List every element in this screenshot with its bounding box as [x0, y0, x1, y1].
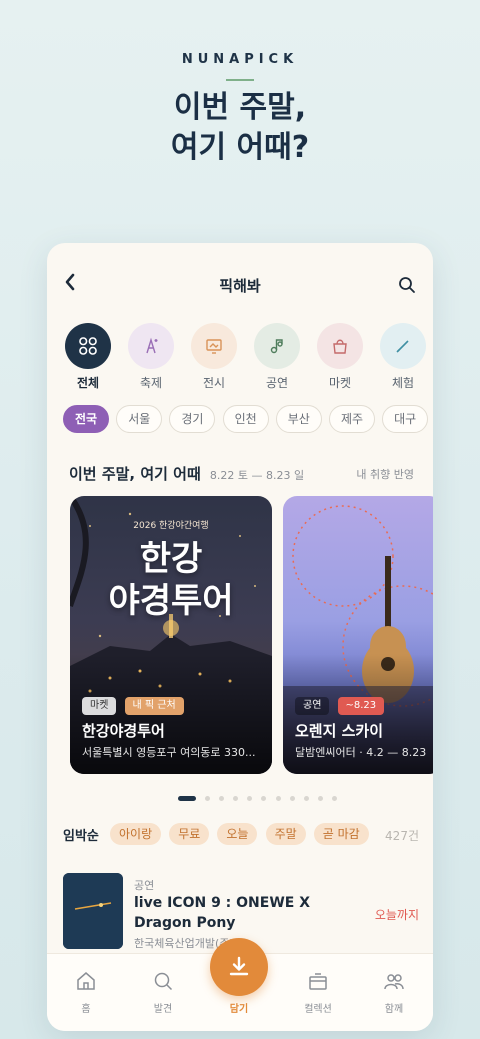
tab-collection[interactable]: 컬렉션	[288, 970, 348, 1015]
tab-label: 컬렉션	[304, 1004, 332, 1015]
section-title: 이번 주말, 여기 어때	[69, 465, 201, 483]
tab-label: 발견	[153, 1004, 173, 1015]
region-chip-incheon[interactable]: 인천	[222, 405, 269, 433]
poster-title-line-1: 한강	[139, 539, 203, 579]
carousel-pager	[178, 788, 341, 801]
headline-line-2: 여기 어때?	[170, 130, 310, 165]
tab-label: 함께	[384, 1004, 404, 1015]
tab-discover[interactable]: 발견	[133, 970, 193, 1015]
filter-chip-weekend[interactable]: 주말	[265, 823, 306, 845]
region-chip-jeju[interactable]: 제주	[328, 405, 376, 433]
box-icon	[309, 973, 327, 990]
category-experience[interactable]: 체험	[378, 323, 428, 391]
bag-icon	[317, 323, 363, 369]
category-all[interactable]: 전체	[63, 323, 113, 391]
search-icon	[154, 972, 173, 991]
category-exhibition[interactable]: 전시	[189, 323, 239, 391]
poster-title-line-2: 야경투어	[108, 581, 234, 621]
card-address: 달밤엔씨어터 · 4.2 — 8.23	[295, 746, 427, 759]
search-icon	[399, 277, 415, 293]
app-screen: 픽해봐 전체 축제 전시 공연 마켓 체험 전국 서울 경기 인천 부산 제주 …	[47, 243, 433, 1031]
section-date-range: 8.22 토 — 8.23 일	[209, 469, 305, 482]
frame-icon	[191, 323, 237, 369]
category-tag: 공연	[295, 697, 330, 715]
category-tag: 마켓	[82, 697, 117, 715]
category-label: 마켓	[328, 376, 352, 390]
headline: 이번 주말, 여기 어때?	[0, 88, 480, 168]
tab-home[interactable]: 홈	[56, 970, 116, 1015]
region-chips: 전국 서울 경기 인천 부산 제주 대구	[63, 405, 433, 435]
event-thumbnail	[63, 873, 123, 949]
result-count: 427건	[385, 829, 419, 843]
brand-divider	[226, 79, 254, 81]
grid-icon	[65, 323, 111, 369]
card-tags: 공연 ~8.23	[295, 693, 387, 715]
category-performance[interactable]: 공연	[252, 323, 302, 391]
featured-card[interactable]: 2026 한강야간여행 한강 야경투어 마켓 내 픽 근처 한강야경투어 서울특…	[70, 496, 272, 774]
brand-wordmark: NUNAPICK	[181, 52, 299, 67]
filter-chip-free[interactable]: 무료	[169, 823, 210, 845]
item-deadline: 오늘까지	[374, 908, 419, 922]
pager-dot[interactable]	[289, 796, 295, 801]
item-category: 공연	[134, 879, 155, 892]
top-bar: 픽해봐	[47, 265, 433, 305]
category-label: 축제	[139, 376, 163, 390]
region-chip-gyeonggi[interactable]: 경기	[169, 405, 216, 433]
pager-dot[interactable]	[247, 796, 253, 801]
poster-title: 한강 야경투어	[70, 538, 272, 622]
search-button[interactable]	[397, 275, 417, 295]
item-title: live ICON 9 : ONEWE X Dragon Pony	[134, 895, 311, 931]
save-button[interactable]	[210, 938, 268, 996]
region-chip-daegu[interactable]: 대구	[382, 405, 429, 433]
category-label: 공연	[265, 376, 289, 390]
music-note-icon	[254, 323, 300, 369]
weekend-section-header: 이번 주말, 여기 어때 8.22 토 — 8.23 일 내 취향 반영	[69, 463, 414, 485]
pager-dot[interactable]	[205, 796, 211, 801]
card-address: 서울특별시 영등포구 여의동로 330...	[82, 746, 256, 759]
poster-subtitle: 2026 한강야간여행	[133, 521, 209, 531]
region-chip-all[interactable]: 전국	[63, 405, 110, 433]
brush-icon	[380, 323, 426, 369]
card-title: 한강야경투어	[82, 722, 165, 740]
category-row: 전체 축제 전시 공연 마켓 체험	[63, 323, 433, 393]
home-icon	[77, 972, 95, 990]
filter-chip-kids[interactable]: 아이랑	[109, 823, 162, 845]
card-title: 오렌지 스카이	[295, 722, 384, 740]
featured-card[interactable]: 공연 ~8.23 오렌지 스카이 달밤엔씨어터 · 4.2 — 8.23	[283, 496, 433, 774]
pager-dot[interactable]	[275, 796, 281, 801]
personalized-note[interactable]: 내 취향 반영	[356, 466, 414, 482]
deadline-tag: ~8.23	[337, 697, 385, 715]
pager-dot[interactable]	[331, 796, 337, 801]
pager-dot[interactable]	[303, 796, 309, 801]
filter-chip-closing[interactable]: 곧 마감	[313, 823, 369, 845]
page-title: 픽해봐	[219, 277, 261, 295]
pager-dot[interactable]	[178, 796, 196, 801]
pager-dot[interactable]	[261, 796, 267, 801]
list-filters: 임박순 아이랑 무료 오늘 주말 곧 마감 427건	[63, 823, 423, 847]
download-icon	[229, 956, 249, 976]
save-label: 담기	[229, 1004, 249, 1015]
category-label: 전시	[202, 376, 226, 390]
region-chip-busan[interactable]: 부산	[275, 405, 322, 433]
filter-chip-today[interactable]: 오늘	[217, 823, 258, 845]
category-market[interactable]: 마켓	[315, 323, 365, 391]
tab-together[interactable]: 함께	[364, 970, 424, 1015]
category-label: 전체	[76, 376, 100, 390]
pager-dot[interactable]	[317, 796, 323, 801]
bottom-tab-bar: 홈 발견 담기 컬렉션 함께	[47, 938, 433, 1031]
sort-label[interactable]: 임박순	[63, 825, 99, 844]
category-festival[interactable]: 축제	[126, 323, 176, 391]
tab-label: 홈	[81, 1004, 91, 1015]
region-chip-seoul[interactable]: 서울	[116, 405, 163, 433]
nearby-tag: 내 픽 근처	[124, 697, 184, 715]
pager-dot[interactable]	[219, 796, 225, 801]
sparkle-icon	[128, 323, 174, 369]
category-label: 체험	[391, 376, 415, 390]
people-icon	[384, 974, 404, 990]
pager-dot[interactable]	[233, 796, 239, 801]
headline-line-1: 이번 주말,	[173, 90, 307, 125]
card-tags: 마켓 내 픽 근처	[82, 693, 187, 715]
